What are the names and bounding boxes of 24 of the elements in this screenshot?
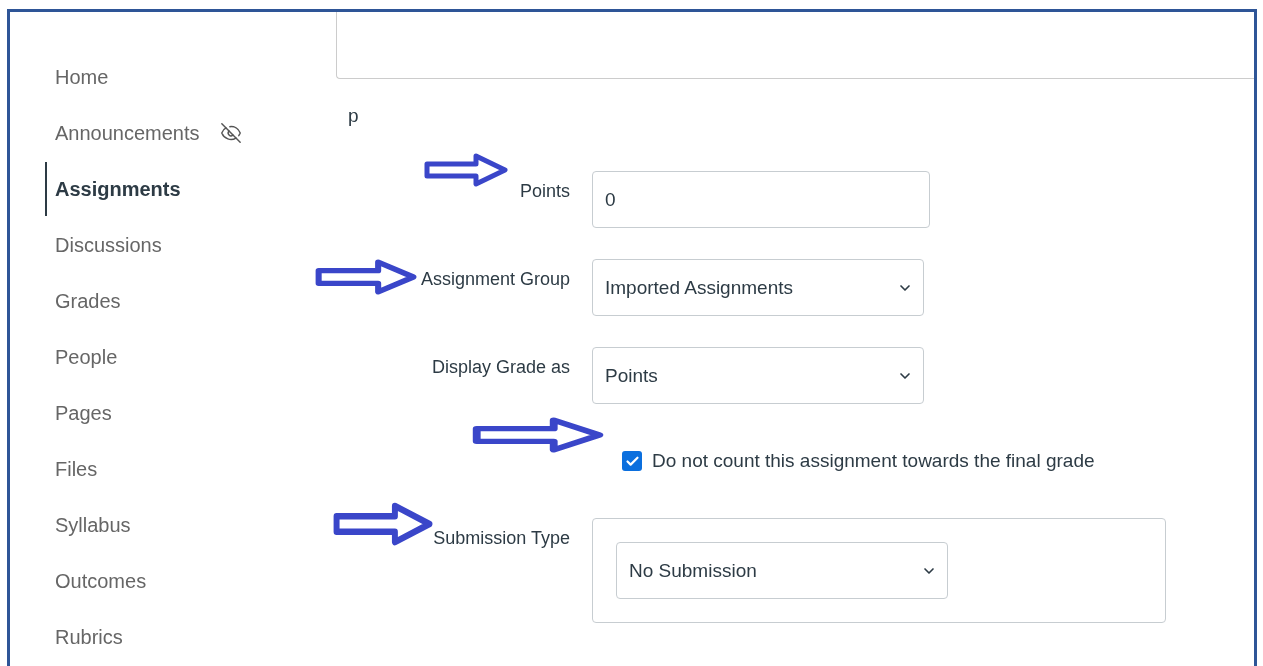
sidebar-item[interactable]: Rubrics <box>45 617 336 657</box>
field-label: Submission Type <box>433 528 570 549</box>
select-value: No Submission <box>629 559 757 582</box>
body-text: p <box>348 105 360 127</box>
sidebar-item[interactable]: Files <box>45 449 336 489</box>
sidebar-item[interactable]: Grades <box>45 281 336 321</box>
field-label: Assignment Group <box>420 269 570 290</box>
select-dropdown[interactable]: Imported Assignments <box>592 259 924 316</box>
field-label: Display Grade as <box>431 357 570 378</box>
select-dropdown[interactable]: No Submission <box>616 542 948 599</box>
sidebar-item[interactable]: Assignments <box>45 162 336 216</box>
sidebar-item[interactable]: Syllabus <box>45 505 336 545</box>
select-value: Points <box>605 364 658 387</box>
sidebar-item[interactable]: Discussions <box>45 225 336 265</box>
field-label: Points <box>519 181 570 202</box>
points-input[interactable]: 0 <box>592 171 930 228</box>
sidebar-item[interactable]: Outcomes <box>45 561 336 601</box>
checkbox-label: Do not count this assignment towards the final grade <box>652 450 1095 472</box>
sidebar-item[interactable]: Announcements <box>45 113 336 153</box>
select-dropdown[interactable]: Points <box>592 347 924 404</box>
select-value: Imported Assignments <box>605 276 793 299</box>
sidebar-item[interactable]: People <box>45 337 336 377</box>
sidebar-item[interactable]: Pages <box>45 393 336 433</box>
sidebar-item[interactable]: Home <box>45 57 336 97</box>
